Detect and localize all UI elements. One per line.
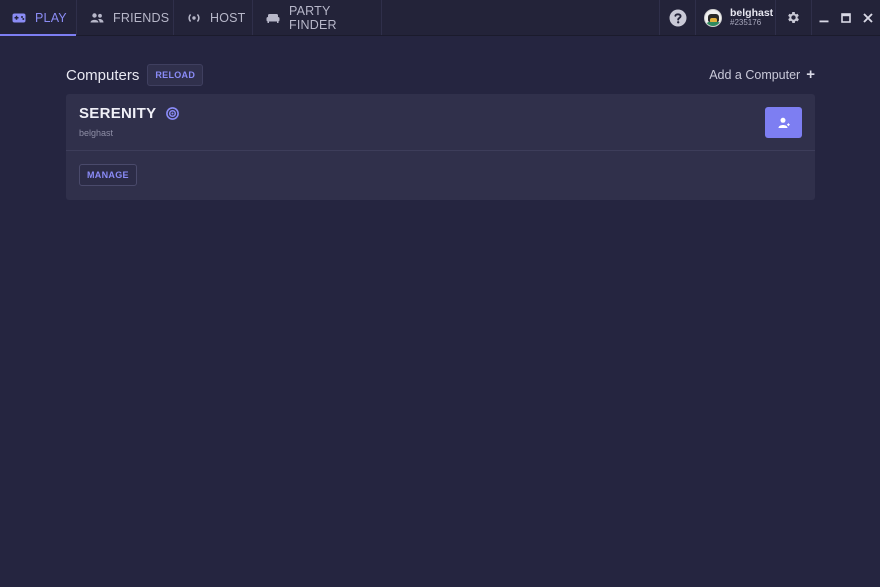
title-bar: PLAY FRIENDS HOST PARTY FINDER belghast … — [0, 0, 880, 36]
user-profile[interactable]: belghast #235176 — [695, 0, 775, 35]
username: belghast — [730, 7, 774, 19]
minimize-button[interactable] — [816, 10, 832, 26]
maximize-button[interactable] — [838, 10, 854, 26]
tab-friends[interactable]: FRIENDS — [77, 0, 174, 35]
computers-section: Computers RELOAD Add a Computer + SERENI… — [66, 64, 815, 200]
computer-owner: belghast — [79, 128, 114, 138]
tab-party-finder[interactable]: PARTY FINDER — [253, 0, 382, 35]
help-button[interactable] — [659, 0, 695, 35]
computers-header: Computers RELOAD Add a Computer + — [66, 64, 815, 86]
add-user-icon — [778, 117, 790, 128]
plus-icon: + — [806, 66, 815, 83]
invite-user-button[interactable] — [765, 107, 802, 138]
people-icon — [90, 12, 104, 23]
user-info: belghast #235176 — [730, 8, 773, 27]
gear-icon — [788, 12, 799, 23]
minimize-icon — [819, 20, 829, 22]
tab-host-label: HOST — [210, 10, 246, 25]
maximize-icon — [841, 12, 851, 23]
tab-friends-label: FRIENDS — [113, 10, 170, 25]
user-tag: #235176 — [730, 18, 762, 27]
reload-button[interactable]: RELOAD — [147, 64, 204, 86]
window-controls — [811, 0, 880, 35]
titlebar-drag-area — [382, 0, 659, 35]
tab-host[interactable]: HOST — [174, 0, 253, 35]
add-computer-label: Add a Computer — [709, 68, 801, 82]
computer-card: SERENITY belghast MANAGE — [66, 94, 815, 200]
add-computer-button[interactable]: Add a Computer + — [709, 66, 815, 83]
computer-name: SERENITY — [79, 105, 157, 122]
broadcast-icon — [187, 13, 201, 23]
couch-icon — [266, 13, 280, 23]
section-title: Computers — [66, 66, 140, 84]
manage-button[interactable]: MANAGE — [79, 164, 137, 186]
settings-button[interactable] — [775, 0, 811, 35]
help-icon — [669, 9, 686, 26]
tab-party-finder-label: PARTY FINDER — [289, 3, 337, 32]
avatar — [704, 8, 722, 27]
gamepad-icon — [12, 13, 26, 23]
close-icon — [863, 12, 873, 23]
broadcast-status-icon — [166, 107, 179, 120]
computer-card-header: SERENITY belghast — [66, 94, 815, 151]
tab-play-label: PLAY — [35, 10, 67, 25]
tab-play[interactable]: PLAY — [0, 0, 77, 36]
close-button[interactable] — [860, 10, 876, 26]
